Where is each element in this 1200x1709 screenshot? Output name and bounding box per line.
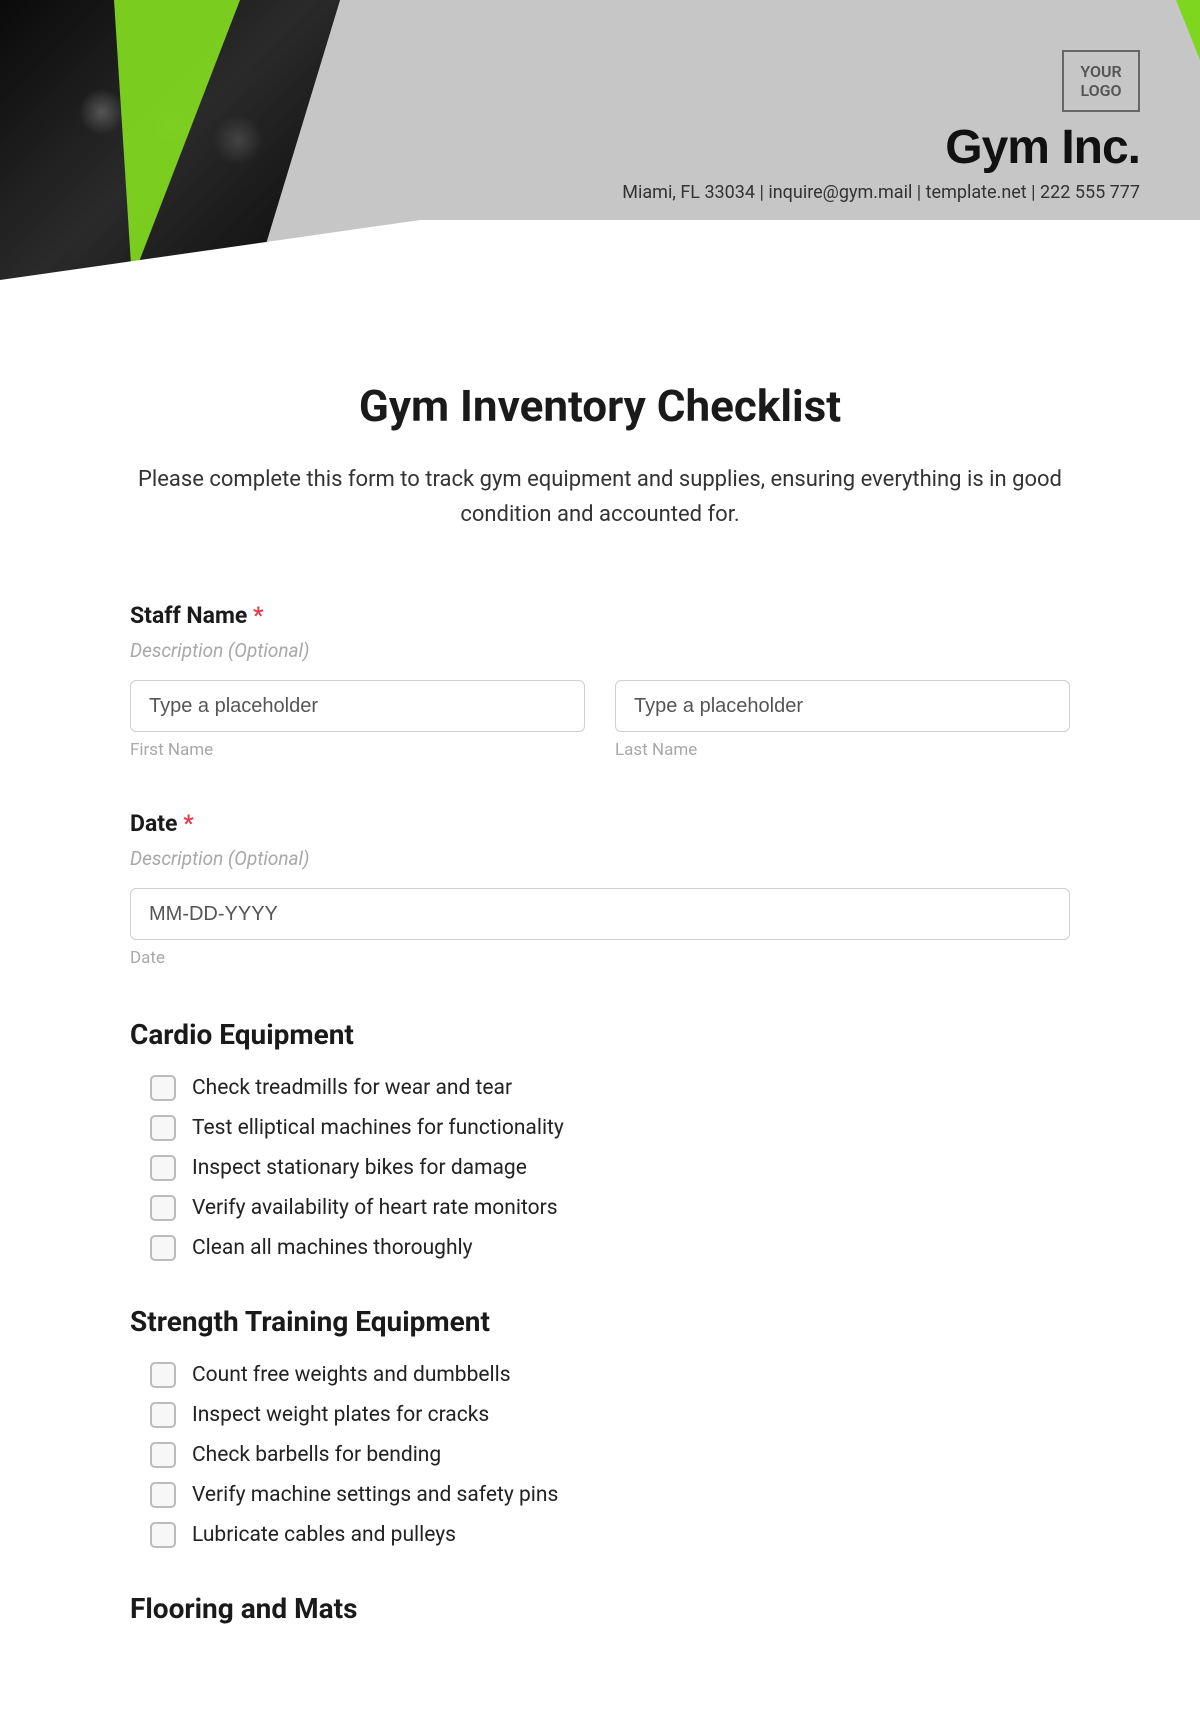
checkbox[interactable] xyxy=(150,1362,176,1388)
optional-desc: Description (Optional) xyxy=(130,847,1070,870)
checklist: Count free weights and dumbbells Inspect … xyxy=(130,1362,1070,1548)
section-title: Flooring and Mats xyxy=(130,1592,1070,1625)
checklist-item-label: Count free weights and dumbbells xyxy=(192,1363,511,1387)
checklist-item: Verify machine settings and safety pins xyxy=(150,1482,1070,1508)
last-name-sublabel: Last Name xyxy=(615,740,1070,760)
checklist-item: Inspect stationary bikes for damage xyxy=(150,1155,1070,1181)
checkbox[interactable] xyxy=(150,1442,176,1468)
checkbox[interactable] xyxy=(150,1155,176,1181)
checkbox[interactable] xyxy=(150,1235,176,1261)
contact-info: Miami, FL 33034 | inquire@gym.mail | tem… xyxy=(622,182,1140,203)
first-name-input[interactable] xyxy=(130,680,585,732)
checklist-item: Test elliptical machines for functionali… xyxy=(150,1115,1070,1141)
checklist-item-label: Check treadmills for wear and tear xyxy=(192,1076,512,1100)
checklist-item-label: Clean all machines thoroughly xyxy=(192,1236,473,1260)
checklist-item-label: Verify machine settings and safety pins xyxy=(192,1483,558,1507)
checklist-item: Inspect weight plates for cracks xyxy=(150,1402,1070,1428)
section-title: Cardio Equipment xyxy=(130,1018,1070,1051)
green-accent-right xyxy=(1140,0,1200,60)
staff-name-label: Staff Name * xyxy=(130,602,1070,629)
checklist-item-label: Verify availability of heart rate monito… xyxy=(192,1196,558,1220)
form-title: Gym Inventory Checklist xyxy=(130,380,1070,432)
checkbox[interactable] xyxy=(150,1402,176,1428)
checkbox[interactable] xyxy=(150,1522,176,1548)
company-name: Gym Inc. xyxy=(945,120,1140,175)
label-text: Staff Name xyxy=(130,602,247,629)
checklist-item: Check barbells for bending xyxy=(150,1442,1070,1468)
field-date: Date * Description (Optional) Date xyxy=(130,810,1070,968)
checkbox[interactable] xyxy=(150,1075,176,1101)
checklist-item: Clean all machines thoroughly xyxy=(150,1235,1070,1261)
date-sublabel: Date xyxy=(130,948,1070,968)
checklist-item: Verify availability of heart rate monito… xyxy=(150,1195,1070,1221)
checklist-item: Lubricate cables and pulleys xyxy=(150,1522,1070,1548)
checklist: Check treadmills for wear and tear Test e… xyxy=(130,1075,1070,1261)
required-mark: * xyxy=(183,810,193,837)
form-content: Gym Inventory Checklist Please complete … xyxy=(0,280,1200,1709)
optional-desc: Description (Optional) xyxy=(130,639,1070,662)
checklist-item: Count free weights and dumbbells xyxy=(150,1362,1070,1388)
date-label: Date * xyxy=(130,810,1070,837)
form-description: Please complete this form to track gym e… xyxy=(130,462,1070,532)
checklist-item-label: Test elliptical machines for functionali… xyxy=(192,1116,564,1140)
checklist-item-label: Inspect weight plates for cracks xyxy=(192,1403,489,1427)
checkbox[interactable] xyxy=(150,1195,176,1221)
label-text: Date xyxy=(130,810,177,837)
first-name-sublabel: First Name xyxy=(130,740,585,760)
checklist-item-label: Lubricate cables and pulleys xyxy=(192,1523,456,1547)
logo-placeholder: YOUR LOGO xyxy=(1062,50,1140,112)
checklist-item: Check treadmills for wear and tear xyxy=(150,1075,1070,1101)
checkbox[interactable] xyxy=(150,1482,176,1508)
checkbox[interactable] xyxy=(150,1115,176,1141)
required-mark: * xyxy=(253,602,263,629)
field-staff-name: Staff Name * Description (Optional) Firs… xyxy=(130,602,1070,760)
header-banner: YOUR LOGO Gym Inc. Miami, FL 33034 | inq… xyxy=(0,0,1200,280)
date-input[interactable] xyxy=(130,888,1070,940)
section-title: Strength Training Equipment xyxy=(130,1305,1070,1338)
last-name-input[interactable] xyxy=(615,680,1070,732)
checklist-item-label: Inspect stationary bikes for damage xyxy=(192,1156,527,1180)
checklist-item-label: Check barbells for bending xyxy=(192,1443,441,1467)
